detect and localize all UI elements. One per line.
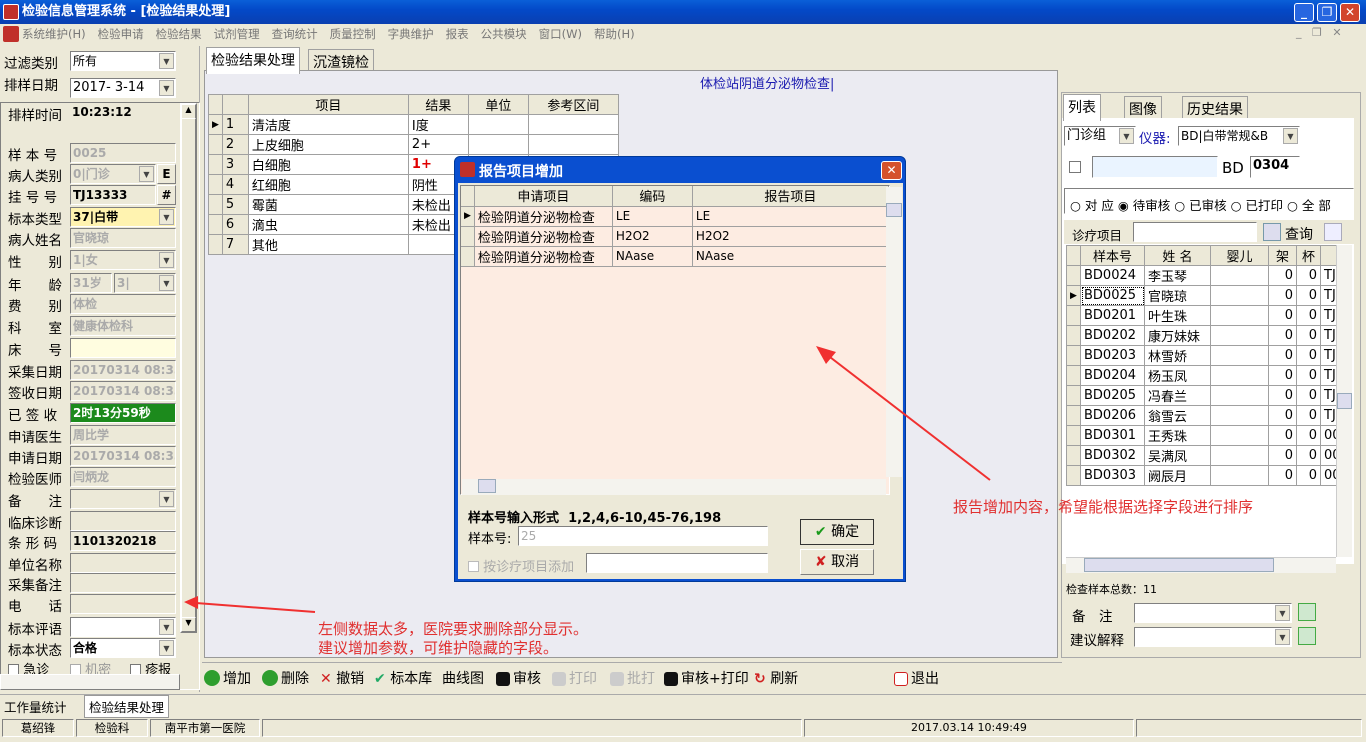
save-icon [496,672,510,686]
arrow-head-icon [816,346,836,364]
tab-result-bottom[interactable]: 检验结果处理 [84,695,170,718]
printer-icon [552,672,566,686]
left-annotation-1: 左侧数据太多，医院要求删除部分显示。 [318,620,589,638]
arrow-head-icon [184,596,198,609]
exit-icon [894,672,908,686]
status-dept: 检验科 [76,719,148,737]
status-spacer [262,719,802,737]
undo-button[interactable]: ✕ 撤销 [320,668,364,688]
arrow-left-note [195,602,316,613]
plus-icon [204,670,220,686]
arrow-right-note [825,353,991,481]
status-user: 葛绍锋 [2,719,74,737]
tab-result[interactable]: 检验结果处理 [206,47,300,74]
left-annotation-2: 建议增加参数，可维护隐藏的字段。 [318,639,559,657]
check-doc-icon: ✔ [374,671,386,687]
printer-icon [610,672,624,686]
status-datetime: 2017.03.14 10:49:49 [804,719,1134,737]
save-icon [664,672,678,686]
add-button[interactable]: 增加 [204,668,251,688]
tab-list[interactable]: 列表 [1063,94,1101,121]
delete-button[interactable]: 删除 [262,668,309,688]
print-button[interactable]: 打印 [552,668,597,688]
audit-print-button[interactable]: 审核+打印 [664,668,749,688]
exit-button[interactable]: 退出 [894,668,939,688]
batch-print-button[interactable]: 批打 [610,668,655,688]
audit-button[interactable]: 审核 [496,668,541,688]
status-bar: 葛绍锋 检验科 南平市第一医院 2017.03.14 10:49:49 [0,717,1366,739]
specimen-lib-button[interactable]: ✔ 标本库 [374,668,432,688]
x-icon: ✕ [320,671,332,687]
refresh-button[interactable]: ↻ 刷新 [754,668,798,688]
right-annotation: 报告增加内容，希望能根据选择字段进行排序 [953,498,1254,516]
annotation-arrows [184,346,991,613]
refresh-icon: ↻ [754,671,766,687]
bottom-tab-bar [0,694,1366,716]
tab-workload[interactable]: 工作量统计 [4,697,67,716]
minus-icon [262,670,278,686]
curve-button[interactable]: 曲线图 [442,668,484,688]
status-hospital: 南平市第一医院 [150,719,260,737]
status-extra [1136,719,1362,737]
